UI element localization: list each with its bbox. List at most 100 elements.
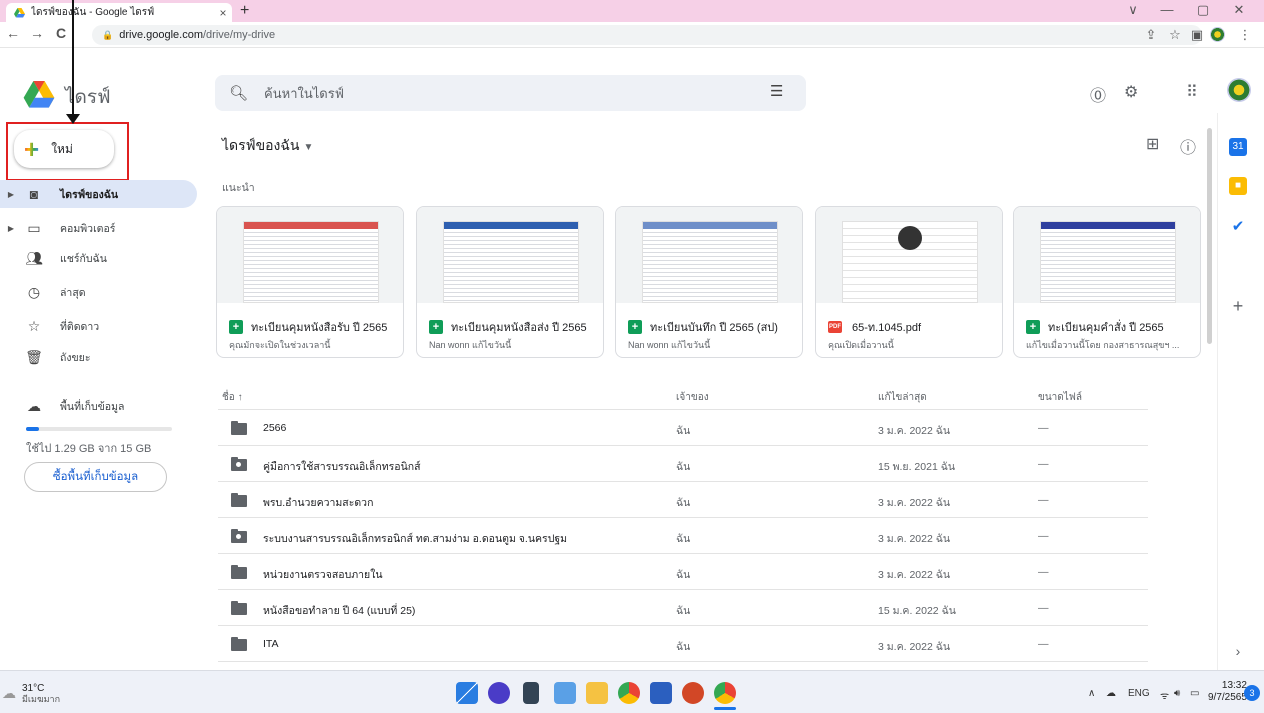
search-input[interactable]: 🔍︎ ค้นหาในไดรฟ์: [215, 75, 806, 111]
column-header-modified[interactable]: แก้ไขล่าสุด: [878, 390, 927, 405]
sidebar-item-label: ถังขยะ: [60, 351, 91, 364]
help-icon[interactable]: ⓪: [1090, 82, 1106, 106]
card-subtitle: คุณมักจะเปิดในช่วงเวลานี้: [229, 340, 331, 350]
file-row[interactable]: หนังสือขอทำลาย ปี 64 (แบบที่ 25) ฉัน 15 ม.…: [218, 590, 1148, 626]
calculator-icon[interactable]: [523, 682, 539, 704]
column-header-size[interactable]: ขนาดไฟล์: [1038, 390, 1082, 405]
profile-icon[interactable]: [1210, 27, 1225, 42]
clock-icon: ◷: [27, 283, 41, 300]
browser-tab[interactable]: ไดรฟ์ของฉัน - Google ไดรฟ์ ×: [6, 3, 232, 22]
battery-icon[interactable]: ▭: [1190, 688, 1199, 699]
card-subtitle: Nan wonn แก้ไขวันนี้: [628, 340, 711, 350]
suggested-card[interactable]: + ทะเบียนบันทึก ปี 2565 (สป) Nan wonn แก้…: [615, 206, 803, 358]
column-header-name[interactable]: ชื่อ ↑: [222, 390, 243, 405]
file-row[interactable]: ITA ฉัน 3 ม.ค. 2022 ฉัน —: [218, 626, 1148, 662]
tray-chevron-icon[interactable]: ∧: [1088, 688, 1095, 699]
menu-kebab-icon[interactable]: ⋮: [1236, 27, 1254, 43]
search-taskbar-icon[interactable]: [488, 682, 510, 704]
suggested-card[interactable]: + ทะเบียนคุมหนังสือรับ ปี 2565 คุณมักจะเป…: [216, 206, 404, 358]
avatar[interactable]: [1227, 78, 1251, 102]
file-row[interactable]: คู่มือการใช้สารบรรณอิเล็กทรอนิกส์ ฉัน 15 พ…: [218, 446, 1148, 482]
buy-storage-button[interactable]: ซื้อพื้นที่เก็บข้อมูล: [24, 462, 167, 492]
file-row[interactable]: พรบ.อำนวยความสะดวก ฉัน 3 ม.ค. 2022 ฉัน —: [218, 482, 1148, 518]
weather-widget[interactable]: 31°C มีเมฆมาก: [22, 683, 60, 705]
new-tab-button[interactable]: +: [240, 2, 249, 20]
photos-icon[interactable]: [554, 682, 576, 704]
file-owner: ฉัน: [676, 461, 691, 473]
page-title-text: ไดรฟ์ของฉัน: [222, 137, 300, 153]
sheets-icon: +: [429, 320, 443, 334]
keep-icon[interactable]: ■: [1229, 177, 1247, 195]
drive-logo-icon[interactable]: [22, 81, 56, 114]
address-bar[interactable]: 🔒 drive.google.com/drive/my-drive: [92, 25, 1202, 45]
tab-search-icon[interactable]: ∨: [1118, 2, 1148, 18]
file-row[interactable]: ระบบงานสารบรรณอิเล็กทรอนิกส์ ทต.สามง่าม …: [218, 518, 1148, 554]
file-owner: ฉัน: [676, 641, 691, 653]
weather-text: มีเมฆมาก: [22, 694, 61, 704]
chrome-icon[interactable]: [618, 682, 640, 704]
page-title[interactable]: ไดรฟ์ของฉัน ▼: [222, 135, 313, 157]
settings-gear-icon[interactable]: ⚙: [1124, 82, 1138, 102]
notification-badge[interactable]: 3: [1244, 685, 1260, 701]
file-row[interactable]: หน่วยงานตรวจสอบภายใน ฉัน 3 ม.ค. 2022 ฉัน —: [218, 554, 1148, 590]
url-domain: drive.google.com: [119, 29, 203, 41]
add-addon-icon[interactable]: +: [1229, 297, 1247, 315]
sidebar-item-label: พื้นที่เก็บข้อมูล: [60, 400, 125, 413]
sidebar-item-storage[interactable]: ☁ พื้นที่เก็บข้อมูล: [0, 392, 200, 420]
calendar-icon[interactable]: 31: [1229, 138, 1247, 156]
chevron-down-icon[interactable]: ▼: [304, 142, 314, 153]
scrollbar[interactable]: [1207, 128, 1212, 344]
sidebar-item-trash[interactable]: 🗑︎ ถังขยะ: [0, 343, 200, 371]
word-icon[interactable]: [650, 682, 672, 704]
suggested-card[interactable]: + ทะเบียนคุมคำสั่ง ปี 2565 แก้ไขเมื่อวานน…: [1013, 206, 1201, 358]
start-icon[interactable]: [456, 682, 478, 704]
extension-icon[interactable]: ▣: [1188, 27, 1206, 43]
file-row[interactable]: 2566 ฉัน 3 ม.ค. 2022 ฉัน —: [218, 410, 1148, 446]
suggested-card[interactable]: + ทะเบียนคุมหนังสือส่ง ปี 2565 Nan wonn แ…: [416, 206, 604, 358]
back-button[interactable]: ←: [4, 25, 22, 41]
expand-caret-icon[interactable]: ▶: [0, 224, 14, 233]
search-icon[interactable]: 🔍︎: [229, 84, 248, 102]
bookmark-star-icon[interactable]: ☆: [1166, 27, 1184, 43]
file-size: —: [1038, 422, 1049, 434]
minimize-button[interactable]: —: [1152, 2, 1182, 17]
temperature: 31°C: [22, 683, 45, 694]
sidebar-item-label: ล่าสุด: [60, 286, 86, 299]
card-subtitle: แก้ไขเมื่อวานนี้โดย กองสาธารณสุขฯ ...: [1026, 340, 1180, 350]
file-explorer-icon[interactable]: [586, 682, 608, 704]
sidebar-item-my-drive[interactable]: ▶ ◙ ไดรฟ์ของฉัน: [0, 180, 197, 208]
chevron-right-icon[interactable]: ›: [1229, 642, 1247, 660]
search-options-icon[interactable]: ☰: [770, 82, 783, 100]
sidebar-item-computers[interactable]: ▶ ▭ คอมพิวเตอร์: [0, 214, 200, 242]
onedrive-icon[interactable]: ☁: [1106, 688, 1116, 699]
tab-close-icon[interactable]: ×: [214, 6, 232, 20]
drive-favicon-icon: [14, 7, 25, 17]
restore-button[interactable]: ▢: [1188, 2, 1218, 18]
wifi-icon[interactable]: ᯤ: [1160, 688, 1169, 702]
file-owner: ฉัน: [676, 533, 691, 545]
tasks-icon[interactable]: ✔: [1229, 218, 1247, 236]
lock-icon: 🔒: [102, 29, 114, 40]
clock[interactable]: 13:32 9/7/2565: [1208, 680, 1247, 704]
chrome-profile-icon[interactable]: [714, 682, 736, 704]
share-icon[interactable]: ⇪: [1142, 27, 1160, 43]
expand-caret-icon[interactable]: ▶: [0, 190, 14, 199]
forward-button[interactable]: →: [28, 25, 46, 41]
sidebar-item-recent[interactable]: ◷ ล่าสุด: [0, 278, 200, 306]
file-name: ITA: [263, 638, 279, 650]
weather-icon: ☁: [2, 685, 16, 701]
language-indicator[interactable]: ENG: [1128, 688, 1150, 699]
info-icon[interactable]: ⓘ: [1180, 134, 1196, 158]
sidebar-item-shared[interactable]: 👥︎ แชร์กับฉัน: [0, 244, 200, 272]
file-thumbnail: [816, 207, 1002, 303]
volume-icon[interactable]: 🔊︎: [1174, 688, 1180, 699]
file-thumbnail: [616, 207, 802, 303]
reload-button[interactable]: C: [52, 25, 70, 41]
close-window-button[interactable]: ✕: [1224, 2, 1254, 18]
sidebar-item-starred[interactable]: ☆ ที่ติดดาว: [0, 312, 200, 340]
powerpoint-icon[interactable]: [682, 682, 704, 704]
grid-view-icon[interactable]: ⊞: [1146, 134, 1159, 154]
apps-grid-icon[interactable]: ⠿: [1186, 82, 1198, 102]
file-owner: ฉัน: [676, 569, 691, 581]
suggested-card[interactable]: PDF 65-ท.1045.pdf คุณเปิดเมื่อวานนี้: [815, 206, 1003, 358]
